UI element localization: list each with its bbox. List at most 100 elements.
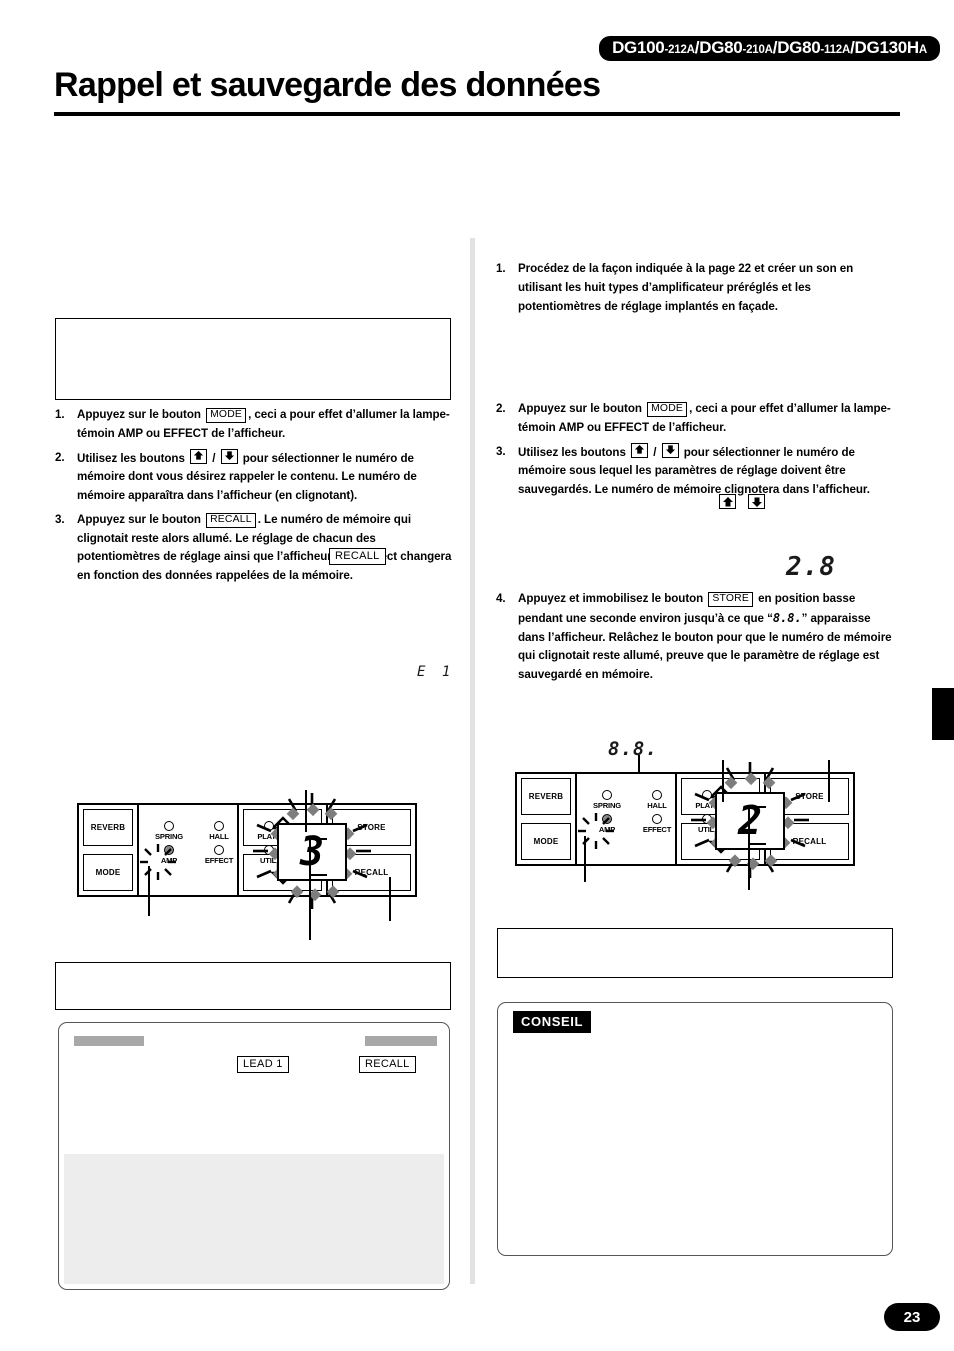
- left-redacted-heading-2: [365, 1036, 437, 1046]
- step-item: 4. Appuyez et immobilisez le bouton STORE…: [496, 590, 896, 685]
- leader-line-store-2: [828, 760, 830, 802]
- leader-line-arrow-down-horiz: [309, 874, 327, 876]
- inline-down-arrow-key: [220, 448, 238, 464]
- right-control-panel-illustration: REVERB MODE SPRING HALL PLATE AMP EFFECT…: [515, 762, 855, 878]
- step-item: 2. Appuyez sur le bouton MODE, ceci a pou…: [496, 400, 896, 438]
- led-indicator-plate: [264, 821, 274, 831]
- led-cell-amp-2: AMP: [591, 814, 623, 834]
- page-title: Rappel et sauvegarde des données: [54, 66, 601, 104]
- down-arrow-icon: [224, 450, 234, 460]
- left-redacted-heading-1: [74, 1036, 144, 1046]
- right-panel-led-group: SPRING HALL PLATE AMP EFFECT UTIL.: [587, 790, 723, 834]
- left-note-box: [55, 962, 451, 1010]
- panel-button-mode-2[interactable]: MODE: [521, 823, 571, 860]
- right-panel-mode-column: REVERB MODE: [517, 774, 577, 864]
- inline-key-store: STORE: [708, 592, 753, 607]
- step-item: 2. Utilisez les boutons / pour sélectionn…: [55, 448, 455, 506]
- inline-up-arrow-key: [190, 448, 208, 464]
- right-tip-panel: [497, 1002, 893, 1256]
- led-indicator-util-2: [702, 814, 712, 824]
- led-indicator-hall-2: [652, 790, 662, 800]
- up-arrow-icon: [634, 444, 645, 454]
- right-steps-list-bottom: 4. Appuyez et immobilisez le bouton STORE…: [496, 590, 896, 690]
- led-row-mode-2: AMP EFFECT UTIL.: [591, 814, 723, 834]
- leader-line-amp-led-2: [584, 836, 586, 882]
- model-badge: DG100-212A/DG80-210A/DG80-112A/DG130HA: [599, 36, 940, 61]
- inline-segment-readout: 8.8.: [772, 610, 802, 625]
- panel-button-reverb[interactable]: REVERB: [83, 809, 133, 846]
- right-down-arrow-callout: [748, 494, 765, 509]
- led-indicator-amp-2: [602, 814, 612, 824]
- step-text: Procédez de la façon indiquée à la page …: [518, 262, 854, 313]
- step-text: Utilisez les boutons / pour sélectionner…: [77, 448, 455, 506]
- led-label-effect-2: EFFECT: [642, 825, 672, 834]
- left-panel-led-group: SPRING HALL PLATE AMP EFFECT UTIL.: [149, 821, 285, 865]
- step-number: 2.: [55, 450, 65, 464]
- down-arrow-icon: [751, 497, 762, 507]
- led-row-reverb: SPRING HALL PLATE: [153, 821, 285, 841]
- leader-line-88-readout: [638, 755, 640, 773]
- leader-line-arrow-up-horiz: [309, 838, 327, 840]
- led-row-mode: AMP EFFECT UTIL.: [153, 845, 285, 865]
- step-item: 1. Procédez de la façon indiquée à la pag…: [496, 260, 896, 316]
- step-number: 1.: [496, 262, 506, 275]
- led-indicator-hall: [214, 821, 224, 831]
- step-item: 3. Utilisez les boutons / pour sélectionn…: [496, 442, 896, 500]
- column-divider: [470, 238, 475, 1284]
- led-cell-amp: AMP: [153, 845, 185, 865]
- model-name-3: DG80: [777, 38, 821, 57]
- left-steps-list: 1. Appuyez sur le bouton MODE, ceci a pou…: [55, 406, 455, 591]
- left-panel-indicator-area: SPRING HALL PLATE AMP EFFECT UTIL. 3: [139, 793, 371, 909]
- inline-up-arrow-key: [631, 442, 649, 458]
- inline-key-recall: RECALL: [206, 512, 256, 528]
- led-cell-hall: HALL: [203, 821, 235, 841]
- model-suffix-3: -112A: [820, 44, 851, 56]
- led-label-effect: EFFECT: [204, 856, 234, 865]
- led-indicator-effect-2: [652, 814, 662, 824]
- page-number-badge: 23: [884, 1303, 940, 1331]
- panel-button-reverb-2[interactable]: REVERB: [521, 778, 571, 815]
- panel-button-mode[interactable]: MODE: [83, 854, 133, 891]
- led-cell-hall-2: HALL: [641, 790, 673, 810]
- document-page: DG100-212A/DG80-210A/DG80-112A/DG130HA R…: [0, 0, 954, 1351]
- step-text: Utilisez les boutons / pour sélectionner…: [518, 442, 896, 500]
- inline-down-arrow-key: [661, 442, 679, 458]
- led-indicator-spring-2: [602, 790, 612, 800]
- down-arrow-icon: [665, 444, 675, 454]
- step-number: 4.: [496, 592, 506, 605]
- led-cell-effect-2: EFFECT: [641, 814, 673, 834]
- step-item: 1. Appuyez sur le bouton MODE, ceci a pou…: [55, 406, 455, 444]
- led-indicator-effect: [214, 845, 224, 855]
- step-item: 3. Appuyez sur le bouton RECALL. Le numér…: [55, 511, 455, 586]
- led-label-amp-2: AMP: [598, 825, 616, 834]
- led-label-hall-2: HALL: [647, 801, 667, 810]
- step-number: 3.: [496, 444, 506, 458]
- led-cell-spring-2: SPRING: [591, 790, 623, 810]
- led-label-amp: AMP: [160, 856, 178, 865]
- left-panel-memory-display: 3: [277, 823, 347, 881]
- left-control-panel-illustration: REVERB MODE SPRING HALL PLATE AMP EFFECT…: [77, 793, 417, 909]
- led-label-hall: HALL: [209, 832, 229, 841]
- left-lead1-callout: LEAD 1: [237, 1056, 289, 1073]
- step-text: Appuyez sur le bouton RECALL. Le numéro …: [77, 512, 452, 583]
- model-name-4: DG130H: [854, 38, 920, 57]
- led-indicator-plate-2: [702, 790, 712, 800]
- inline-key-mode: MODE: [206, 408, 247, 423]
- right-steps-list-mid: 2. Appuyez sur le bouton MODE, ceci a pou…: [496, 400, 896, 505]
- right-panel-indicator-area: SPRING HALL PLATE AMP EFFECT UTIL. 2: [577, 762, 809, 878]
- step-number: 3.: [55, 512, 65, 526]
- step-text: Appuyez sur le bouton MODE, ceci a pour …: [77, 408, 450, 440]
- led-label-spring-2: SPRING: [593, 801, 621, 810]
- section-edge-tab: [932, 688, 954, 740]
- right-up-arrow-callout: [719, 494, 736, 509]
- leader-line-display-top: [305, 790, 307, 832]
- leader-line-amp-led: [148, 866, 150, 916]
- model-suffix-1: -212A: [664, 44, 695, 56]
- left-segment-readout: E 1: [417, 664, 455, 680]
- led-row-reverb-2: SPRING HALL PLATE: [591, 790, 723, 810]
- right-steps-list-top: 1. Procédez de la façon indiquée à la pag…: [496, 260, 896, 321]
- step-text: Appuyez sur le bouton MODE, ceci a pour …: [518, 402, 891, 434]
- model-name-1: DG100: [612, 38, 665, 57]
- left-intro-box: [55, 318, 451, 400]
- step-number: 2.: [496, 402, 506, 415]
